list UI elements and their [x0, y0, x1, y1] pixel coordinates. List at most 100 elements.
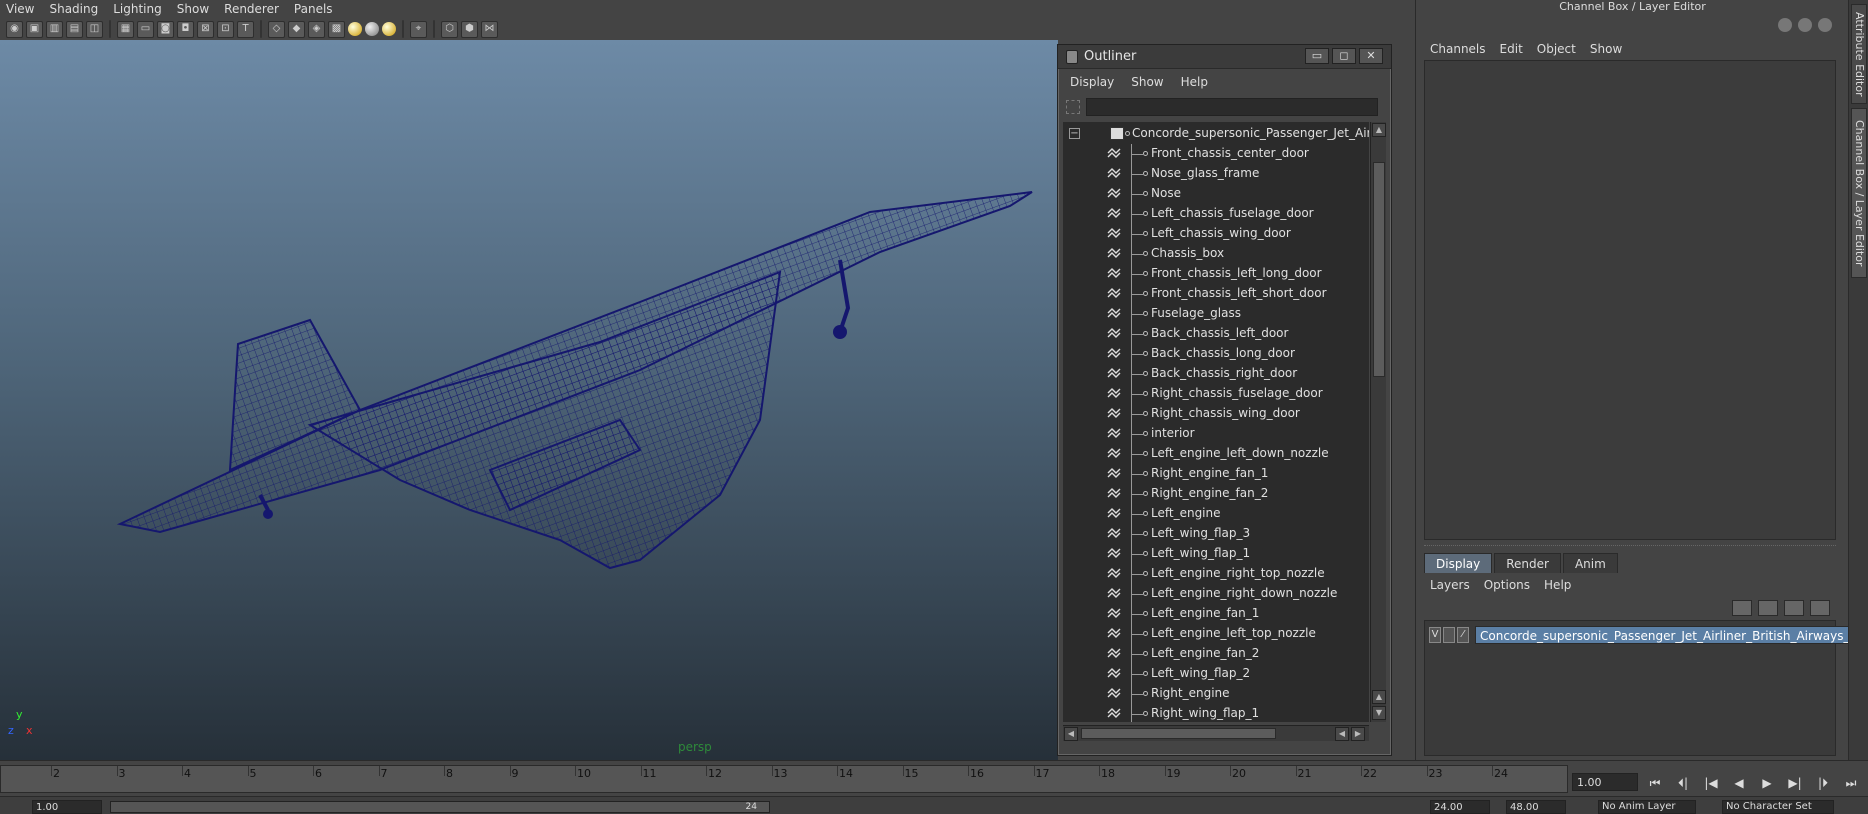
tab-anim[interactable]: Anim	[1562, 553, 1618, 573]
scroll-up-icon[interactable]: ▲	[1372, 123, 1386, 137]
outliner-item[interactable]: interior	[1063, 424, 1369, 444]
outliner-item[interactable]: Left_engine	[1063, 504, 1369, 524]
outliner-item[interactable]: Left_chassis_wing_door	[1063, 224, 1369, 244]
cb-menu-show[interactable]: Show	[1584, 42, 1630, 56]
outliner-tree[interactable]: − Concorde_supersonic_Passenger_Jet_Airl…	[1063, 122, 1369, 722]
tab-attribute-editor[interactable]: Attribute Editor	[1851, 4, 1867, 104]
outliner-item[interactable]: Right_engine_fan_1	[1063, 464, 1369, 484]
smooth-shading-icon[interactable]: ◆	[288, 20, 305, 38]
go-to-end-button[interactable]: ⏭	[1842, 775, 1860, 791]
image-plane-icon[interactable]: ▤	[66, 20, 83, 38]
outliner-item[interactable]: Front_chassis_center_door	[1063, 144, 1369, 164]
character-set-dropdown[interactable]: No Character Set	[1722, 800, 1834, 814]
play-backwards-button[interactable]: ◀	[1730, 775, 1748, 791]
range-start-field[interactable]	[32, 800, 102, 814]
range-bar[interactable]: 24	[110, 801, 770, 813]
outliner-item[interactable]: Chassis_box	[1063, 244, 1369, 264]
outliner-search-input[interactable]	[1086, 98, 1378, 116]
grid-icon[interactable]: ▦	[117, 20, 134, 38]
share-icon[interactable]: ⋈	[481, 20, 498, 38]
outliner-item[interactable]: Back_chassis_left_door	[1063, 324, 1369, 344]
outliner-item[interactable]: Right_engine	[1063, 684, 1369, 704]
menu-renderer[interactable]: Renderer	[218, 0, 288, 18]
channel-box-area[interactable]	[1424, 60, 1836, 540]
le-menu-help[interactable]: Help	[1538, 578, 1579, 592]
new-layer-icon[interactable]	[1784, 600, 1804, 616]
outliner-item[interactable]: Nose	[1063, 184, 1369, 204]
gate-mask-icon[interactable]: ◘	[177, 20, 194, 38]
field-chart-icon[interactable]: ⊠	[197, 20, 214, 38]
layer-playback-toggle[interactable]	[1443, 627, 1455, 643]
outliner-item[interactable]: Left_wing_flap_1	[1063, 544, 1369, 564]
outliner-titlebar[interactable]: Outliner ▭ ◻ ✕	[1058, 45, 1391, 69]
tab-render[interactable]: Render	[1494, 553, 1561, 573]
menu-lighting[interactable]: Lighting	[107, 0, 171, 18]
move-layer-up-icon[interactable]	[1732, 600, 1752, 616]
cb-menu-channels[interactable]: Channels	[1424, 42, 1494, 56]
range-end-field[interactable]	[1430, 800, 1490, 814]
range-max-field[interactable]	[1506, 800, 1566, 814]
outliner-item[interactable]: Left_chassis_fuselage_door	[1063, 204, 1369, 224]
menu-view[interactable]: View	[0, 0, 43, 18]
layer-name[interactable]: Concorde_supersonic_Passenger_Jet_Airlin…	[1475, 626, 1855, 644]
xray-joints-icon[interactable]: ⬢	[461, 20, 478, 38]
screen-space-ao-icon[interactable]	[382, 22, 396, 36]
outliner-item[interactable]: Left_engine_fan_2	[1063, 644, 1369, 664]
camera-attributes-icon[interactable]: ▣	[26, 20, 43, 38]
wireframe-shading-icon[interactable]: ◇	[268, 20, 285, 38]
outliner-item[interactable]: Left_engine_right_top_nozzle	[1063, 564, 1369, 584]
menu-panels[interactable]: Panels	[288, 0, 342, 18]
minimize-button[interactable]: ▭	[1305, 48, 1329, 64]
le-menu-layers[interactable]: Layers	[1424, 578, 1478, 592]
menu-shading[interactable]: Shading	[43, 0, 107, 18]
outliner-item[interactable]: Right_chassis_wing_door	[1063, 404, 1369, 424]
outliner-item[interactable]: Left_engine_left_top_nozzle	[1063, 624, 1369, 644]
step-back-frame-button[interactable]: |◀	[1702, 775, 1720, 791]
display-toggle-icon[interactable]	[1798, 18, 1812, 32]
safe-action-icon[interactable]: ⊡	[217, 20, 234, 38]
isolate-select-icon[interactable]: ⌖	[410, 20, 427, 38]
step-back-key-button[interactable]: ⏴|	[1674, 775, 1692, 791]
go-to-start-button[interactable]: ⏮	[1646, 775, 1664, 791]
outliner-vertical-scrollbar[interactable]: ▲ ▲ ▼	[1370, 122, 1386, 722]
play-forwards-button[interactable]: ▶	[1758, 775, 1776, 791]
outliner-item[interactable]: Back_chassis_right_door	[1063, 364, 1369, 384]
outliner-item[interactable]: Nose_glass_frame	[1063, 164, 1369, 184]
tab-channel-box-layer-editor[interactable]: Channel Box / Layer Editor	[1851, 108, 1867, 278]
outliner-root-item[interactable]: − Concorde_supersonic_Passenger_Jet_Airl…	[1063, 124, 1369, 144]
outliner-menu-help[interactable]: Help	[1173, 75, 1217, 89]
anim-layer-dropdown[interactable]: No Anim Layer	[1598, 800, 1696, 814]
3d-viewport[interactable]	[0, 40, 1058, 760]
resolution-gate-icon[interactable]: ◙	[157, 20, 174, 38]
outliner-item[interactable]: Left_engine_right_down_nozzle	[1063, 584, 1369, 604]
filter-icon[interactable]	[1066, 100, 1080, 114]
step-forward-frame-button[interactable]: ▶|	[1786, 775, 1804, 791]
layer-list[interactable]: V ⁄ Concorde_supersonic_Passenger_Jet_Ai…	[1424, 620, 1855, 756]
menu-show[interactable]: Show	[171, 0, 218, 18]
film-gate-icon[interactable]: ◫	[86, 20, 103, 38]
outliner-menu-display[interactable]: Display	[1062, 75, 1123, 89]
step-forward-key-button[interactable]: |⏵	[1814, 775, 1832, 791]
tab-display[interactable]: Display	[1424, 553, 1493, 573]
pin-icon[interactable]	[1818, 18, 1832, 32]
outliner-item[interactable]: Front_chassis_left_short_door	[1063, 284, 1369, 304]
outliner-item[interactable]: Fuselage_glass	[1063, 304, 1369, 324]
transform-icon[interactable]	[1778, 18, 1792, 32]
xray-icon[interactable]: ⬡	[441, 20, 458, 38]
layer-visibility-toggle[interactable]: V	[1429, 627, 1441, 643]
shadows-icon[interactable]	[365, 22, 379, 36]
current-frame-field[interactable]	[1572, 773, 1638, 791]
outliner-item[interactable]: Right_wing_flap_1	[1063, 704, 1369, 722]
textured-icon[interactable]: ▩	[328, 20, 345, 38]
collapse-toggle[interactable]: −	[1069, 128, 1080, 139]
new-layer-from-selected-icon[interactable]	[1810, 600, 1830, 616]
use-all-lights-icon[interactable]	[348, 22, 362, 36]
film-gate-toggle-icon[interactable]: ▭	[137, 20, 154, 38]
outliner-horizontal-scrollbar[interactable]: ◀ ◀ ▶	[1063, 725, 1369, 741]
le-menu-options[interactable]: Options	[1478, 578, 1538, 592]
outliner-item[interactable]: Right_engine_fan_2	[1063, 484, 1369, 504]
timeline-ruler[interactable]: 2 3 4 5 6 7 8 9 10 11 12 13 14 15 16 17 18 19 20 21 22 23 24	[0, 765, 1568, 793]
outliner-item[interactable]: Left_wing_flap_2	[1063, 664, 1369, 684]
safe-title-icon[interactable]: T	[237, 20, 254, 38]
outliner-item[interactable]: Back_chassis_long_door	[1063, 344, 1369, 364]
